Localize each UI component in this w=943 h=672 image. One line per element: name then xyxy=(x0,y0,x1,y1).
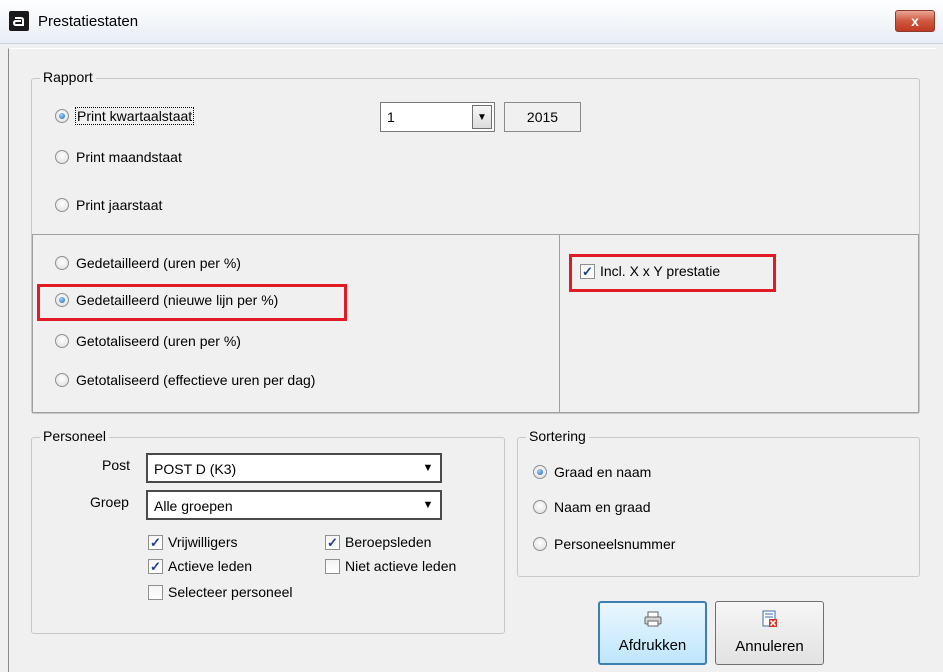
radio-print-jaarstaat[interactable]: Print jaarstaat xyxy=(55,197,162,213)
checkbox-label: Niet actieve leden xyxy=(345,558,457,574)
radio-dot xyxy=(55,150,69,164)
checkbox-empty-icon xyxy=(148,584,163,600)
chevron-down-icon: ▼ xyxy=(472,105,492,129)
radio-label: Gedetailleerd (uren per %) xyxy=(76,255,241,271)
checkbox-actieve-leden[interactable]: ✓ Actieve leden xyxy=(148,558,252,574)
radio-gedetailleerd-nieuwe-lijn[interactable]: Gedetailleerd (nieuwe lijn per %) xyxy=(55,292,278,308)
radio-dot xyxy=(533,465,547,479)
year-value: 2015 xyxy=(526,109,559,125)
print-button[interactable]: Afdrukken xyxy=(598,601,707,665)
radio-label: Getotaliseerd (effectieve uren per dag) xyxy=(76,372,316,388)
radio-dot xyxy=(55,293,69,307)
radio-dot xyxy=(55,256,69,270)
chevron-down-icon: ▼ xyxy=(422,499,434,511)
quarter-select[interactable]: 1 ▼ xyxy=(380,102,495,132)
post-select[interactable]: POST D (K3) ▼ xyxy=(146,453,442,483)
groep-select[interactable]: Alle groepen ▼ xyxy=(146,490,442,520)
cancel-document-icon xyxy=(762,610,778,631)
sortering-legend: Sortering xyxy=(526,428,589,444)
checkmark-icon: ✓ xyxy=(325,534,340,550)
checkbox-label: Incl. X x Y prestatie xyxy=(600,263,721,279)
window-title: Prestatiestaten xyxy=(38,13,139,30)
radio-getotaliseerd-uren[interactable]: Getotaliseerd (uren per %) xyxy=(55,333,241,349)
cancel-button-label: Annuleren xyxy=(735,638,804,655)
radio-getotaliseerd-effectieve[interactable]: Getotaliseerd (effectieve uren per dag) xyxy=(55,372,315,388)
radio-print-maandstaat[interactable]: Print maandstaat xyxy=(55,149,182,165)
close-button[interactable]: x xyxy=(895,10,935,32)
radio-graad-en-naam[interactable]: Graad en naam xyxy=(533,464,651,480)
chevron-down-icon: ▼ xyxy=(422,462,434,474)
checkbox-label: Vrijwilligers xyxy=(168,534,238,550)
cancel-button[interactable]: Annuleren xyxy=(715,601,824,665)
radio-gedetailleerd-uren[interactable]: Gedetailleerd (uren per %) xyxy=(55,255,241,271)
year-field[interactable]: 2015 xyxy=(504,102,581,132)
radio-label: Print maandstaat xyxy=(76,149,182,165)
personeel-legend: Personeel xyxy=(40,428,110,444)
post-value: POST D (K3) xyxy=(154,461,237,477)
close-icon: x xyxy=(911,13,919,29)
radio-label: Getotaliseerd (uren per %) xyxy=(76,333,241,349)
checkbox-label: Actieve leden xyxy=(168,558,253,574)
radio-dot xyxy=(533,537,547,551)
title-bar: Prestatiestaten x xyxy=(0,0,943,44)
groep-label: Groep xyxy=(90,494,129,510)
groep-value: Alle groepen xyxy=(154,498,233,514)
radio-dot xyxy=(55,109,69,123)
radio-dot xyxy=(55,373,69,387)
radio-dot xyxy=(533,500,547,514)
radio-label: Naam en graad xyxy=(554,499,651,515)
checkmark-icon: ✓ xyxy=(148,534,163,550)
radio-dot xyxy=(55,198,69,212)
checkmark-icon: ✓ xyxy=(580,263,595,279)
radio-print-kwartaalstaat[interactable]: Print kwartaalstaat xyxy=(55,107,195,125)
checkbox-label: Selecteer personeel xyxy=(168,584,293,600)
checkbox-incl-xy-prestatie[interactable]: ✓ Incl. X x Y prestatie xyxy=(580,263,720,279)
print-button-label: Afdrukken xyxy=(618,637,687,654)
rapport-legend: Rapport xyxy=(40,69,96,85)
radio-label: Print kwartaalstaat xyxy=(74,107,195,125)
checkmark-icon: ✓ xyxy=(148,558,163,574)
radio-naam-en-graad[interactable]: Naam en graad xyxy=(533,499,651,515)
radio-label: Gedetailleerd (nieuwe lijn per %) xyxy=(76,292,279,308)
radio-dot xyxy=(55,334,69,348)
radio-label: Print jaarstaat xyxy=(76,197,163,213)
quarter-value: 1 xyxy=(387,109,395,125)
post-label: Post xyxy=(102,457,131,473)
checkbox-empty-icon xyxy=(325,558,340,574)
radio-label: Personeelsnummer xyxy=(554,536,676,552)
checkbox-vrijwilligers[interactable]: ✓ Vrijwilligers xyxy=(148,534,238,550)
dialog-window: Prestatiestaten x Rapport Print kwartaal… xyxy=(0,0,943,672)
radio-label: Graad en naam xyxy=(554,464,652,480)
radio-personeelsnummer[interactable]: Personeelsnummer xyxy=(533,536,675,552)
checkbox-selecteer-personeel[interactable]: Selecteer personeel xyxy=(148,584,293,600)
checkbox-label: Beroepsleden xyxy=(345,534,432,550)
checkbox-niet-actieve-leden[interactable]: Niet actieve leden xyxy=(325,558,456,574)
app-logo-icon xyxy=(9,11,29,31)
checkbox-beroepsleden[interactable]: ✓ Beroepsleden xyxy=(325,534,431,550)
printer-icon xyxy=(644,611,662,630)
